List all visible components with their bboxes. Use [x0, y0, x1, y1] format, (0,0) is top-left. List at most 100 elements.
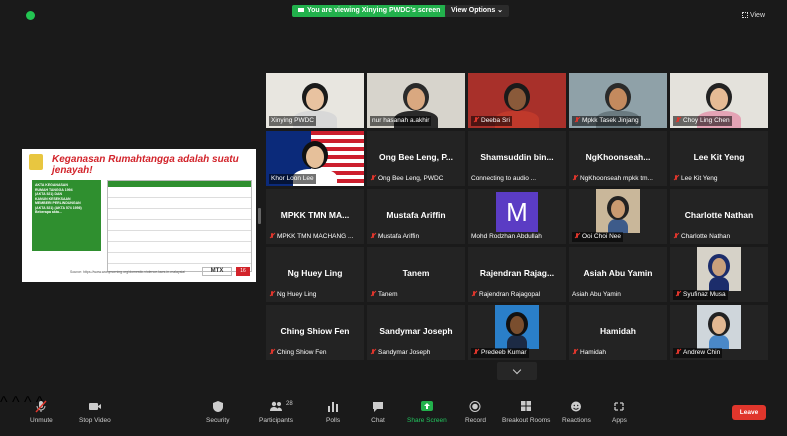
- participant-body: [608, 219, 628, 233]
- participant-tile-choy[interactable]: Choy Ling Chen: [670, 73, 768, 128]
- audio-options-caret-icon[interactable]: ^: [0, 394, 8, 411]
- polls-icon: [328, 402, 339, 412]
- participant-name-label: Rajendran Rajagopal: [471, 290, 540, 300]
- participant-name-label: Sandymar Joseph: [370, 348, 430, 358]
- participant-display-name: Charlotte Nathan: [684, 210, 754, 220]
- participant-tile-hamidah[interactable]: Hamidah Hamidah: [569, 305, 667, 360]
- participant-tile-shamsuddin[interactable]: Shamsuddin bin... Connecting to audio ...: [468, 131, 566, 186]
- chat-label: Chat: [371, 417, 385, 424]
- participant-tile-sandymar[interactable]: Sandymar Joseph Sandymar Joseph: [367, 305, 465, 360]
- participant-display-name: Tanem: [402, 268, 430, 278]
- participant-display-name: Lee Kit Yeng: [693, 152, 745, 162]
- breakout-rooms-button[interactable]: Breakout Rooms: [502, 400, 550, 424]
- participant-name-text: Deeba Sri: [481, 117, 510, 124]
- slide-table-row: [108, 253, 251, 264]
- apps-button[interactable]: Apps: [612, 400, 627, 424]
- muted-mic-icon: [269, 291, 275, 297]
- participant-tile-xinying[interactable]: Xinying PWDC: [266, 73, 364, 128]
- muted-mic-icon: [370, 349, 376, 355]
- participant-tile-deeba[interactable]: Deeba Sri: [468, 73, 566, 128]
- muted-mic-icon: [269, 233, 275, 239]
- participant-name-label: Tanem: [370, 290, 398, 300]
- avatar-initial: M: [496, 192, 538, 232]
- apps-label: Apps: [612, 417, 627, 424]
- muted-mic-icon: [574, 117, 580, 123]
- participant-name-text: Sandymar Joseph: [378, 349, 431, 356]
- participant-name-text: Connecting to audio ...: [471, 175, 537, 182]
- muted-mic-icon: [35, 400, 47, 413]
- participant-tile-mpkk-tmn[interactable]: MPKK TMN MA... MPKK TMN MACHANG ...: [266, 189, 364, 244]
- unmute-button[interactable]: Unmute: [30, 400, 53, 424]
- chat-icon: [373, 402, 383, 412]
- participant-display-name: Sandymar Joseph: [379, 326, 453, 336]
- participant-display-name: Ching Shiow Fen: [280, 326, 350, 336]
- participant-tile-mustafa[interactable]: Mustafa Ariffin Mustafa Ariffin: [367, 189, 465, 244]
- chat-button[interactable]: Chat: [371, 400, 385, 424]
- polls-button[interactable]: Polls: [326, 400, 340, 424]
- participant-tile-nurhasanah[interactable]: nur hasanah a.akhir: [367, 73, 465, 128]
- muted-mic-icon: [370, 175, 376, 181]
- participant-name-text: Xinying PWDC: [271, 117, 314, 124]
- participant-tile-ngkhoon[interactable]: NgKhoonseah... NgKhoonseah mpkk tm...: [569, 131, 667, 186]
- participant-body: [709, 335, 729, 349]
- security-shield-icon[interactable]: [26, 11, 35, 20]
- muted-mic-icon: [471, 291, 477, 297]
- participant-tile-ongbee[interactable]: Ong Bee Leng, P... Ong Bee Leng, PWDC: [367, 131, 465, 186]
- participant-display-name: Asiah Abu Yamin: [583, 268, 653, 278]
- participant-tile-predeeb[interactable]: Predeeb Kumar: [468, 305, 566, 360]
- view-options-button[interactable]: View Options ⌄: [445, 5, 510, 17]
- gallery-next-page-button[interactable]: [497, 362, 537, 380]
- breakout-rooms-label: Breakout Rooms: [502, 417, 551, 424]
- participant-tile-rajendran[interactable]: Rajendran Rajag... Rajendran Rajagopal: [468, 247, 566, 302]
- participant-name-label: Xinying PWDC: [269, 116, 316, 126]
- participant-face: [611, 200, 625, 218]
- participant-name-label: NgKhoonseah mpkk tm...: [572, 174, 653, 184]
- share-screen-button[interactable]: Share Screen: [407, 400, 447, 424]
- participant-tile-andrew[interactable]: Andrew Chin: [670, 305, 768, 360]
- participant-name-text: Ong Bee Leng, PWDC: [378, 175, 444, 182]
- record-button[interactable]: Record: [465, 400, 486, 424]
- participant-tile-leekit[interactable]: Lee Kit Yeng Lee Kit Yeng: [670, 131, 768, 186]
- video-options-caret-icon[interactable]: ^: [12, 394, 20, 411]
- muted-mic-icon: [574, 233, 580, 239]
- participant-tile-tanem[interactable]: Tanem Tanem: [367, 247, 465, 302]
- slide-table-row: [108, 231, 251, 242]
- participant-face: [306, 88, 324, 110]
- participant-tile-syufinaz[interactable]: Syufinaz Musa: [670, 247, 768, 302]
- slide-table-row: [108, 187, 251, 198]
- stop-video-button[interactable]: Stop Video: [79, 400, 111, 424]
- participant-tile-ooi[interactable]: Ooi Choi Nee: [569, 189, 667, 244]
- participant-face: [712, 316, 726, 334]
- muted-mic-icon: [269, 349, 275, 355]
- stop-video-label: Stop Video: [79, 417, 111, 424]
- leave-button[interactable]: Leave: [732, 405, 766, 420]
- reactions-button[interactable]: Reactions: [562, 400, 591, 424]
- participant-tile-mpkk-tasek[interactable]: Mpkk Tasek Jinjang: [569, 73, 667, 128]
- slide-table-row: [108, 198, 251, 209]
- split-view-drag-handle[interactable]: [258, 208, 261, 224]
- participant-tile-nghuey[interactable]: Ng Huey Ling Ng Huey Ling: [266, 247, 364, 302]
- participant-video: [495, 305, 539, 349]
- participant-video: [697, 247, 741, 291]
- participant-face: [712, 258, 726, 276]
- participant-tile-rodzhan[interactable]: M Mohd Rodzhan Abdullah: [468, 189, 566, 244]
- record-label: Record: [465, 417, 486, 424]
- participant-name-label: Connecting to audio ...: [471, 174, 536, 184]
- shared-screen[interactable]: Keganasan Rumahtangga adalah suatu jenay…: [22, 149, 256, 282]
- slide-table-row: [108, 242, 251, 253]
- participant-display-name: Mustafa Ariffin: [386, 210, 446, 220]
- shield-icon: [212, 401, 223, 412]
- security-button[interactable]: Security: [206, 400, 229, 424]
- polls-label: Polls: [326, 417, 341, 424]
- participant-tile-ching[interactable]: Ching Shiow Fen Ching Shiow Fen: [266, 305, 364, 360]
- view-button[interactable]: View: [741, 11, 765, 20]
- muted-mic-icon: [673, 175, 679, 181]
- participant-tile-charlotte[interactable]: Charlotte Nathan Charlotte Nathan: [670, 189, 768, 244]
- participant-name-text: Predeeb Kumar: [481, 349, 527, 356]
- participant-tile-loon[interactable]: Khor Loon Lee: [266, 131, 364, 186]
- participant-name-text: Mohd Rodzhan Abdullah: [471, 233, 542, 240]
- participant-display-name: NgKhoonseah...: [585, 152, 651, 162]
- participant-tile-asiah[interactable]: Asiah Abu Yamin Asiah Abu Yamin: [569, 247, 667, 302]
- participant-name-label: MPKK TMN MACHANG ...: [269, 232, 353, 242]
- participant-name-text: Mpkk Tasek Jinjang: [582, 117, 639, 124]
